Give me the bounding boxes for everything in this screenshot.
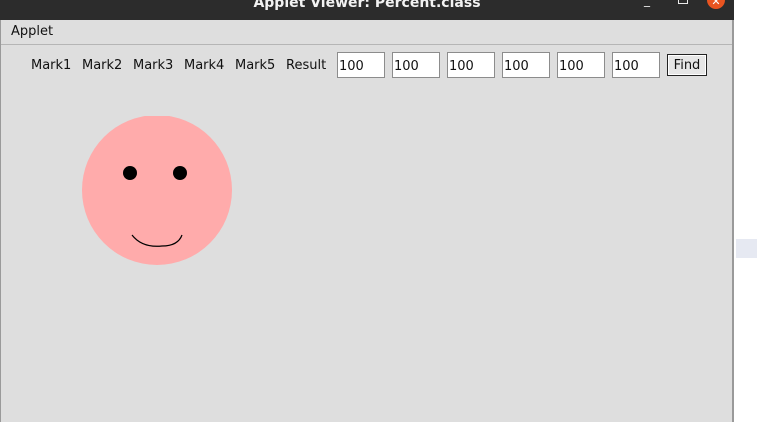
mark2-label: Mark2 xyxy=(82,58,123,73)
mark3-label: Mark3 xyxy=(133,58,174,73)
find-button[interactable]: Find xyxy=(667,54,707,76)
menu-bar: Applet xyxy=(1,20,732,45)
mark4-field[interactable] xyxy=(502,52,550,78)
mark1-label: Mark1 xyxy=(31,58,72,73)
result-label: Result xyxy=(286,58,327,73)
mark5-field[interactable] xyxy=(557,52,605,78)
minimize-icon[interactable]: _ xyxy=(644,0,650,6)
mark4-label: Mark4 xyxy=(184,58,225,73)
window-title: Applet Viewer: Percent.class xyxy=(253,0,481,11)
left-eye xyxy=(123,166,137,180)
mark2-field[interactable] xyxy=(392,52,440,78)
applet-window: Applet Mark1 Mark2 Mark3 Mark4 Mark5 Res… xyxy=(0,20,734,422)
result-field[interactable] xyxy=(612,52,660,78)
mark1-field[interactable] xyxy=(337,52,385,78)
mark3-field[interactable] xyxy=(447,52,495,78)
applet-menu[interactable]: Applet xyxy=(11,24,53,39)
background-window-strip xyxy=(736,239,757,258)
mark5-label: Mark5 xyxy=(235,58,276,73)
face-circle xyxy=(82,116,232,265)
window-titlebar: Applet Viewer: Percent.class _ ✕ xyxy=(0,0,734,20)
maximize-icon[interactable] xyxy=(678,0,688,4)
right-eye xyxy=(173,166,187,180)
smiley-face xyxy=(82,116,232,265)
